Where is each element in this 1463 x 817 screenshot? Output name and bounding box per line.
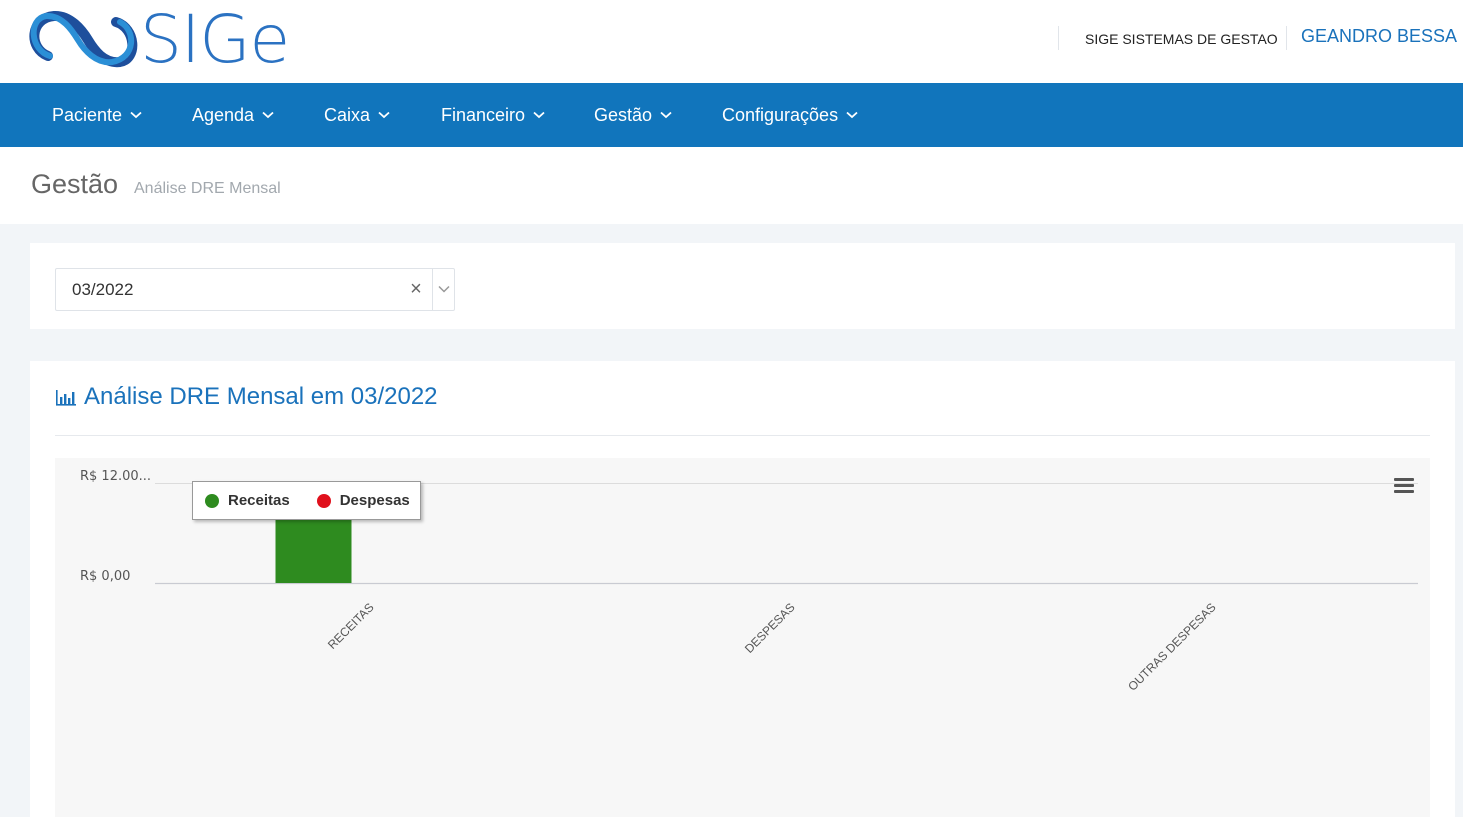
header-divider [1286, 26, 1287, 50]
legend-item-receitas[interactable]: Receitas [205, 492, 290, 509]
filter-card: 03/2022 × [30, 243, 1455, 329]
main-navbar: Paciente Agenda Caixa Financeiro Gestão … [0, 83, 1463, 147]
user-name[interactable]: GEANDRO BESSA [1301, 26, 1457, 47]
infinity-logo-icon [29, 11, 138, 68]
legend-item-despesas[interactable]: Despesas [316, 492, 410, 509]
nav-item-label: Agenda [192, 104, 255, 125]
page-header: Gestão Análise DRE Mensal [0, 147, 1463, 224]
nav-item-gestao[interactable]: Gestão [594, 104, 672, 126]
nav-item-financeiro[interactable]: Financeiro [441, 104, 545, 126]
select-divider [432, 269, 433, 310]
chevron-down-icon [533, 111, 545, 119]
month-select-value: 03/2022 [72, 280, 134, 299]
bar-chart-icon [56, 390, 76, 406]
company-name[interactable]: SIGE SISTEMAS DE GESTAO [1085, 31, 1278, 47]
month-select[interactable]: 03/2022 × [55, 268, 455, 311]
chevron-down-icon [378, 111, 390, 119]
page-title: Gestão [31, 169, 119, 199]
nav-item-label: Paciente [52, 104, 123, 125]
x-category-label: DESPESAS [742, 600, 798, 656]
y-tick-label: R$ 0,00 [80, 569, 130, 584]
y-tick-label: R$ 12.00... [80, 469, 151, 484]
chevron-down-icon [660, 111, 672, 119]
page-subtitle: Análise DRE Mensal [134, 180, 281, 197]
report-title-text: Análise DRE Mensal em 03/2022 [84, 383, 438, 410]
x-category-label: OUTRAS DESPESAS [1125, 600, 1218, 693]
nav-item-agenda[interactable]: Agenda [192, 104, 274, 126]
chevron-down-icon [262, 111, 274, 119]
sige-logo[interactable]: SIGe [28, 2, 298, 78]
legend-marker [316, 493, 331, 508]
chevron-down-icon [130, 111, 142, 119]
divider [55, 435, 1430, 436]
chart-legend: Receitas Despesas [192, 481, 421, 520]
legend-marker [205, 493, 219, 508]
chevron-down-icon [846, 111, 858, 119]
report-card: Análise DRE Mensal em 03/2022 R$ 0,00 R$ … [30, 361, 1455, 817]
logo-text: SIGe [140, 1, 290, 78]
chevron-down-icon[interactable] [438, 284, 450, 294]
nav-item-label: Caixa [324, 104, 371, 125]
nav-item-configuracoes[interactable]: Configurações [722, 104, 858, 126]
legend-label: Receitas [228, 492, 290, 509]
chart-menu-icon[interactable] [1392, 476, 1416, 496]
clear-icon[interactable]: × [406, 276, 426, 302]
nav-item-label: Configurações [722, 104, 839, 125]
legend-label: Despesas [339, 492, 410, 509]
nav-item-caixa[interactable]: Caixa [324, 104, 390, 126]
report-title: Análise DRE Mensal em 03/2022 [55, 383, 438, 411]
nav-item-paciente[interactable]: Paciente [52, 104, 142, 126]
dre-chart: R$ 0,00 R$ 12.00... RECEITAS DESPESAS OUTRAS… [55, 458, 1430, 817]
nav-item-label: Gestão [594, 104, 653, 125]
x-category-label: RECEITAS [325, 600, 377, 652]
header-divider [1058, 26, 1059, 50]
nav-item-label: Financeiro [441, 104, 526, 125]
header: SIGe SIGE SISTEMAS DE GESTAO GEANDRO BES… [0, 0, 1463, 83]
